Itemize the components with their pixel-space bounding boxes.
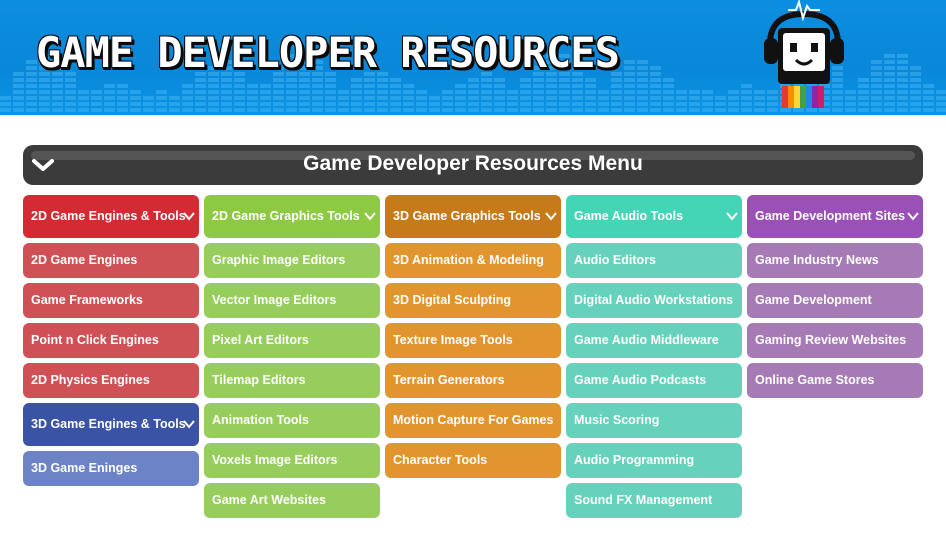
menu-heading-label: Game Development Sites <box>755 209 906 223</box>
banner-title: GAME DEVELOPER RESOURCES <box>36 28 620 77</box>
menu-heading-label: 3D Game Graphics Tools <box>393 209 541 223</box>
menu-heading-label: 2D Game Engines & Tools <box>31 209 186 223</box>
menu-item-digital-audio-workstations[interactable]: Digital Audio Workstations <box>566 283 742 318</box>
menu-item-tilemap-editors[interactable]: Tilemap Editors <box>204 363 380 398</box>
menu-item-sound-fx-management[interactable]: Sound FX Management <box>566 483 742 518</box>
menu-item-game-art-websites[interactable]: Game Art Websites <box>204 483 380 518</box>
menu-item-music-scoring[interactable]: Music Scoring <box>566 403 742 438</box>
menu-heading-game-audio-tools[interactable]: Game Audio Tools <box>566 195 742 238</box>
menu-heading-label: Game Audio Tools <box>574 209 684 223</box>
chevron-down-icon <box>726 212 738 221</box>
chevron-down-icon <box>364 212 376 221</box>
menu-column-audio: Game Audio Tools Audio Editors Digital A… <box>566 195 742 523</box>
menu-item-graphic-image-editors[interactable]: Graphic Image Editors <box>204 243 380 278</box>
menu-header-bar[interactable]: Game Developer Resources Menu <box>23 145 923 185</box>
menu-heading-3d-engines-tools[interactable]: 3D Game Engines & Tools <box>23 403 199 446</box>
menu-item-pixel-art-editors[interactable]: Pixel Art Editors <box>204 323 380 358</box>
menu-column-2d-engines: 2D Game Engines & Tools 2D Game Engines … <box>23 195 199 403</box>
menu-title: Game Developer Resources Menu <box>303 152 643 175</box>
menu-item-3d-animation-modeling[interactable]: 3D Animation & Modeling <box>385 243 561 278</box>
chevron-down-icon <box>183 420 195 429</box>
menu-item-game-industry-news[interactable]: Game Industry News <box>747 243 923 278</box>
menu-column-3d-graphics: 3D Game Graphics Tools 3D Animation & Mo… <box>385 195 561 483</box>
menu-heading-2d-engines-tools[interactable]: 2D Game Engines & Tools <box>23 195 199 238</box>
menu-item-audio-programming[interactable]: Audio Programming <box>566 443 742 478</box>
menu-item-game-development[interactable]: Game Development <box>747 283 923 318</box>
menu-column-dev-sites: Game Development Sites Game Industry New… <box>747 195 923 403</box>
menu-heading-label: 2D Game Graphics Tools <box>212 209 360 223</box>
chevron-down-icon <box>907 212 919 221</box>
menu-item-voxels-image-editors[interactable]: Voxels Image Editors <box>204 443 380 478</box>
menu-item-2d-physics-engines[interactable]: 2D Physics Engines <box>23 363 199 398</box>
menu-heading-2d-graphics-tools[interactable]: 2D Game Graphics Tools <box>204 195 380 238</box>
menu-item-game-audio-middleware[interactable]: Game Audio Middleware <box>566 323 742 358</box>
menu-item-terrain-generators[interactable]: Terrain Generators <box>385 363 561 398</box>
menu-item-texture-image-tools[interactable]: Texture Image Tools <box>385 323 561 358</box>
menu-item-motion-capture[interactable]: Motion Capture For Games <box>385 403 561 438</box>
menu-item-vector-image-editors[interactable]: Vector Image Editors <box>204 283 380 318</box>
menu-item-game-frameworks[interactable]: Game Frameworks <box>23 283 199 318</box>
menu-item-point-n-click-engines[interactable]: Point n Click Engines <box>23 323 199 358</box>
menu-item-character-tools[interactable]: Character Tools <box>385 443 561 478</box>
chevron-down-icon <box>183 212 195 221</box>
menu-item-2d-game-engines[interactable]: 2D Game Engines <box>23 243 199 278</box>
menu-item-animation-tools[interactable]: Animation Tools <box>204 403 380 438</box>
menu-heading-3d-graphics-tools[interactable]: 3D Game Graphics Tools <box>385 195 561 238</box>
menu-heading-label: 3D Game Engines & Tools <box>31 417 186 431</box>
site-banner: GAME DEVELOPER RESOURCES <box>0 0 946 115</box>
robot-headphones-mascot-icon <box>764 0 844 108</box>
menu-column-3d-engines: 3D Game Engines & Tools 3D Game Eninges <box>23 403 199 491</box>
menu-item-gaming-review-websites[interactable]: Gaming Review Websites <box>747 323 923 358</box>
menu-item-game-audio-podcasts[interactable]: Game Audio Podcasts <box>566 363 742 398</box>
menu-item-online-game-stores[interactable]: Online Game Stores <box>747 363 923 398</box>
menu-item-3d-digital-sculpting[interactable]: 3D Digital Sculpting <box>385 283 561 318</box>
menu-column-2d-graphics: 2D Game Graphics Tools Graphic Image Edi… <box>204 195 380 523</box>
chevron-down-icon <box>545 212 557 221</box>
menu-item-3d-game-engines[interactable]: 3D Game Eninges <box>23 451 199 486</box>
menu-heading-game-development-sites[interactable]: Game Development Sites <box>747 195 923 238</box>
menu-item-audio-editors[interactable]: Audio Editors <box>566 243 742 278</box>
